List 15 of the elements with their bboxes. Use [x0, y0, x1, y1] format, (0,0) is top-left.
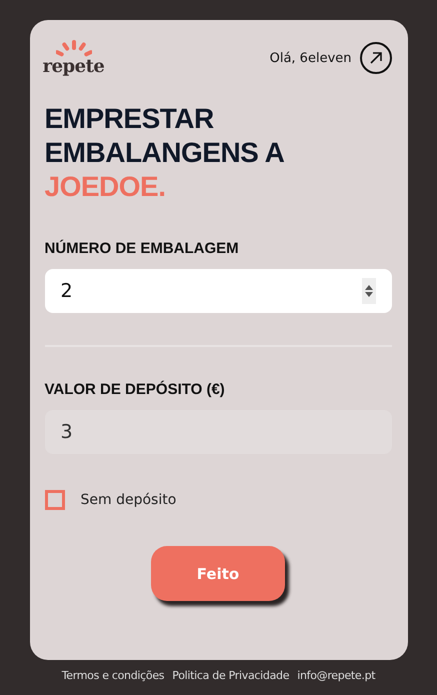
footer-link[interactable]: Politica de Privacidade: [172, 669, 290, 682]
number-field[interactable]: 2: [44, 269, 392, 313]
arrow-icon: [368, 51, 382, 65]
sun-rays-icon: [56, 40, 92, 58]
page-title: EMPRESTAR EMBALANGENS A JOEDOE.: [44, 102, 285, 204]
checkbox[interactable]: [44, 490, 64, 510]
field-label: VALOR DE DEPÓSITO (€): [44, 381, 226, 398]
greeting: Olá, 6eleven: [270, 50, 352, 66]
field-label: NÚMERO DE EMBALAGEM: [44, 240, 240, 257]
arrow-button[interactable]: [360, 42, 392, 74]
footer-link[interactable]: Termos e condições: [62, 669, 164, 682]
footer-link[interactable]: info@repete.pt: [297, 669, 376, 682]
checkbox-label: Sem depósito: [80, 492, 176, 508]
spinner-icon[interactable]: [362, 278, 376, 304]
logo-text: repete: [42, 58, 104, 76]
